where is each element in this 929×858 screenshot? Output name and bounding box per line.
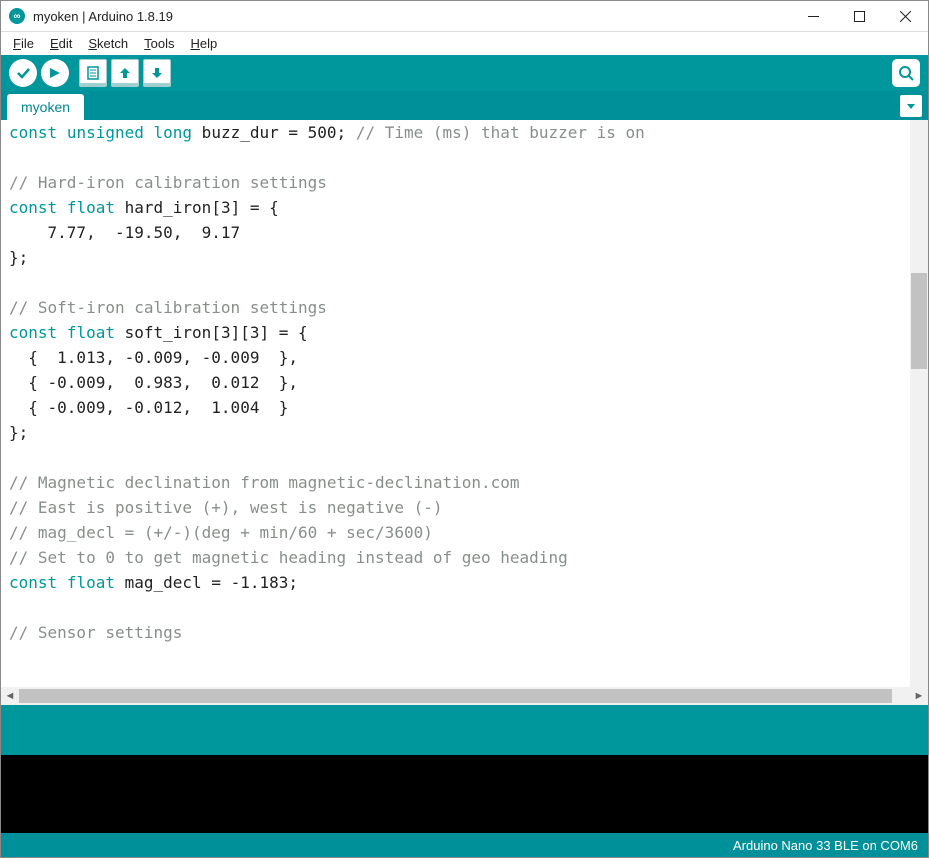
upload-button[interactable] — [41, 59, 69, 87]
code-line: }; — [9, 420, 928, 445]
window-titlebar: myoken | Arduino 1.8.19 — [1, 1, 928, 32]
menu-file[interactable]: File — [5, 34, 42, 53]
minimize-button[interactable] — [790, 1, 836, 31]
code-line — [9, 595, 928, 620]
toolbar — [1, 55, 928, 91]
vertical-scrollbar[interactable] — [910, 120, 928, 687]
open-sketch-button[interactable] — [111, 59, 139, 87]
scroll-right-arrow[interactable]: ► — [910, 687, 928, 705]
console-output[interactable] — [1, 755, 928, 833]
serial-monitor-button[interactable] — [892, 59, 920, 87]
code-line: // Soft-iron calibration settings — [9, 295, 928, 320]
code-line: // Hard-iron calibration settings — [9, 170, 928, 195]
horizontal-scrollbar[interactable]: ◄ ► — [1, 687, 928, 705]
board-port-label: Arduino Nano 33 BLE on COM6 — [733, 838, 918, 853]
code-line: // Magnetic declination from magnetic-de… — [9, 470, 928, 495]
code-line: // mag_decl = (+/-)(deg + min/60 + sec/3… — [9, 520, 928, 545]
save-sketch-button[interactable] — [143, 59, 171, 87]
tab-bar: myoken — [1, 91, 928, 120]
menu-help[interactable]: Help — [182, 34, 225, 53]
horizontal-scrollbar-track[interactable] — [19, 687, 910, 705]
close-button[interactable] — [882, 1, 928, 31]
code-line: // Sensor settings — [9, 620, 928, 645]
new-sketch-button[interactable] — [79, 59, 107, 87]
tab-menu-button[interactable] — [900, 95, 922, 117]
code-line: const unsigned long buzz_dur = 500; // T… — [9, 120, 928, 145]
board-info-bar: Arduino Nano 33 BLE on COM6 — [1, 833, 928, 857]
editor-pane: const unsigned long buzz_dur = 500; // T… — [1, 120, 928, 705]
code-line: const float hard_iron[3] = { — [9, 195, 928, 220]
code-line — [9, 270, 928, 295]
verify-button[interactable] — [9, 59, 37, 87]
window-controls — [790, 1, 928, 31]
code-line — [9, 445, 928, 470]
code-line: // Set to 0 to get magnetic heading inst… — [9, 545, 928, 570]
maximize-button[interactable] — [836, 1, 882, 31]
menu-file-rest: ile — [21, 36, 34, 51]
code-line: const float mag_decl = -1.183; — [9, 570, 928, 595]
vertical-scrollbar-thumb[interactable] — [911, 273, 927, 369]
horizontal-scrollbar-thumb[interactable] — [19, 689, 892, 703]
menu-sketch[interactable]: Sketch — [80, 34, 136, 53]
code-line: const float soft_iron[3][3] = { — [9, 320, 928, 345]
menu-bar: File Edit Sketch Tools Help — [1, 32, 928, 55]
code-line: { -0.009, -0.012, 1.004 } — [9, 395, 928, 420]
code-line: }; — [9, 245, 928, 270]
code-line: 7.77, -19.50, 9.17 — [9, 220, 928, 245]
menu-tools[interactable]: Tools — [136, 34, 182, 53]
code-editor[interactable]: const unsigned long buzz_dur = 500; // T… — [1, 120, 928, 687]
sketch-tab[interactable]: myoken — [7, 94, 84, 120]
code-line: // East is positive (+), west is negativ… — [9, 495, 928, 520]
scroll-left-arrow[interactable]: ◄ — [1, 687, 19, 705]
code-line: { -0.009, 0.983, 0.012 }, — [9, 370, 928, 395]
window-title: myoken | Arduino 1.8.19 — [33, 9, 790, 24]
status-bar — [1, 705, 928, 755]
menu-edit[interactable]: Edit — [42, 34, 80, 53]
code-line — [9, 145, 928, 170]
code-line: { 1.013, -0.009, -0.009 }, — [9, 345, 928, 370]
arduino-app-icon — [9, 8, 25, 24]
